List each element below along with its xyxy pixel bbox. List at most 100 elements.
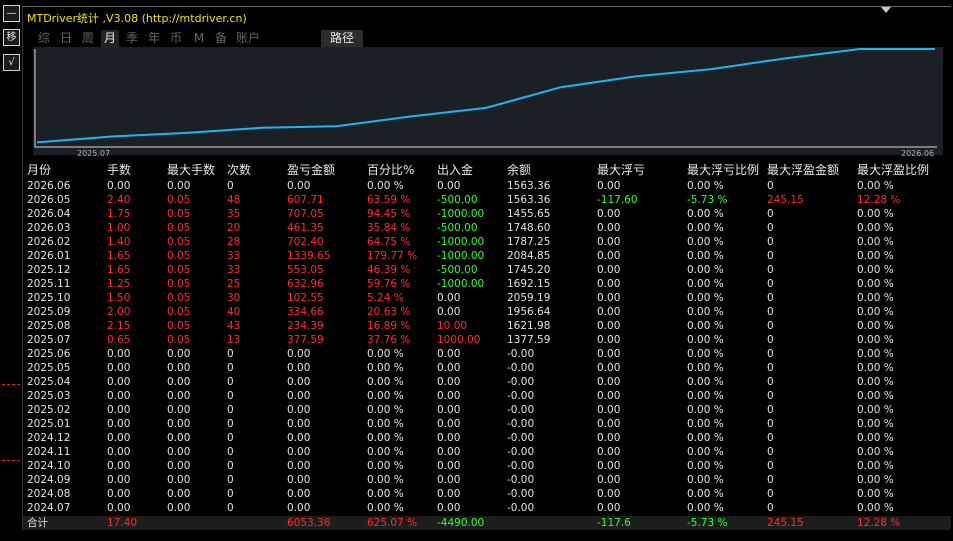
table-row[interactable]: 2025.12 1.65 0.05 33 553.05 46.39 % -500.00 174… — [23, 263, 951, 277]
column-header[interactable]: 最大浮盈比例 — [857, 163, 929, 178]
table-cell: 0 — [767, 292, 774, 304]
column-header[interactable]: 手数 — [107, 163, 131, 178]
table-row[interactable]: 2026.01 1.65 0.05 33 1339.65 179.77 % -1000.00… — [23, 249, 951, 263]
column-header[interactable]: 百分比% — [367, 163, 414, 178]
tab-10[interactable]: 路径 — [321, 30, 363, 47]
table-row[interactable]: 2025.07 0.65 0.05 13 377.59 37.76 % 1000.00 137… — [23, 333, 951, 347]
table-cell: 0.00 — [437, 348, 461, 360]
title-bar[interactable]: MTDriver统计 ,V3.08 (http://mtdriver.cn) — [23, 7, 951, 27]
table-cell: 0.00 — [437, 474, 461, 486]
column-header[interactable]: 月份 — [27, 163, 51, 178]
table-cell: 2026.01 — [27, 250, 71, 262]
dropdown-arrow-icon[interactable] — [881, 7, 891, 13]
table-row[interactable]: 2026.02 1.40 0.05 28 702.40 64.75 % -1000.00 17… — [23, 235, 951, 249]
tab-3[interactable]: 月 — [101, 30, 119, 47]
table-cell: 0.00 % — [687, 278, 724, 290]
table-row[interactable]: 2025.10 1.50 0.05 30 102.55 5.24 % 0.00 2059.19… — [23, 291, 951, 305]
table-cell: 0.00 — [597, 362, 621, 374]
table-row[interactable]: 2026.05 2.40 0.05 48 607.71 63.59 % -500.00 156… — [23, 193, 951, 207]
table-cell: 0.00 % — [367, 460, 404, 472]
table-row[interactable]: 2025.08 2.15 0.05 43 234.39 16.89 % 10.00 1621.… — [23, 319, 951, 333]
table-cell: 2025.02 — [27, 404, 71, 416]
column-header[interactable]: 最大浮亏 — [597, 163, 645, 178]
table-cell: -0.00 — [507, 432, 535, 444]
table-cell: 0 — [227, 404, 234, 416]
table-cell: 0.00 — [597, 180, 621, 192]
table-cell: 2026.06 — [27, 180, 71, 192]
minimize-button[interactable]: — — [3, 5, 20, 22]
table-cell: 0.00 — [167, 502, 191, 514]
balance-series-line — [36, 48, 935, 144]
table-cell: 461.35 — [287, 222, 324, 234]
table-cell: 0.00 — [167, 404, 191, 416]
table-cell: 0.00 % — [857, 236, 894, 248]
table-cell: 0 — [767, 264, 774, 276]
table-row[interactable]: 2024.10 0.00 0.00 0 0.00 0.00 % 0.00 -0.00 0.00 0… — [23, 459, 951, 473]
table-row[interactable]: 2024.12 0.00 0.00 0 0.00 0.00 % 0.00 -0.00 0.00 0… — [23, 431, 951, 445]
tab-2[interactable]: 周 — [79, 30, 97, 47]
tab-4[interactable]: 季 — [123, 30, 141, 47]
tab-1[interactable]: 日 — [57, 30, 75, 47]
check-button[interactable]: √ — [3, 54, 20, 71]
column-header[interactable]: 最大浮盈金额 — [767, 163, 839, 178]
table-cell: 0.00 % — [857, 404, 894, 416]
table-cell: 1339.65 — [287, 250, 331, 262]
table-cell: 0.00 — [597, 264, 621, 276]
table-cell: 2025.11 — [27, 278, 71, 290]
table-cell: 2025.01 — [27, 418, 71, 430]
table-cell: 0 — [767, 390, 774, 402]
table-cell: 2.15 — [107, 320, 131, 332]
table-row[interactable]: 2026.03 1.00 0.05 20 461.35 35.84 % -500.00 174… — [23, 221, 951, 235]
column-header[interactable]: 最大手数 — [167, 163, 215, 178]
table-cell: 0.00 — [107, 432, 131, 444]
table-row[interactable]: 2025.03 0.00 0.00 0 0.00 0.00 % 0.00 -0.00 0.00 0… — [23, 389, 951, 403]
column-header[interactable]: 余额 — [507, 163, 531, 178]
table-cell: 16.89 % — [367, 320, 411, 332]
table-row[interactable]: 2025.01 0.00 0.00 0 0.00 0.00 % 0.00 -0.00 0.00 0… — [23, 417, 951, 431]
table-row[interactable]: 2026.06 0.00 0.00 0 0.00 0.00 % 0.00 1563.36 0.0… — [23, 179, 951, 193]
table-cell: 1956.64 — [507, 306, 551, 318]
table-cell: 0.00 — [437, 376, 461, 388]
table-cell: 0.00 % — [367, 362, 404, 374]
table-cell: 0.00 % — [857, 334, 894, 346]
table-cell: 0.00 % — [687, 474, 724, 486]
tab-0[interactable]: 综 — [35, 30, 53, 47]
table-row[interactable]: 2025.05 0.00 0.00 0 0.00 0.00 % 0.00 -0.00 0.00 0… — [23, 361, 951, 375]
column-header[interactable]: 次数 — [227, 163, 251, 178]
table-cell: 0 — [227, 362, 234, 374]
column-header[interactable]: 最大浮亏比例 — [687, 163, 759, 178]
table-cell: 0 — [767, 502, 774, 514]
table-row[interactable]: 2025.02 0.00 0.00 0 0.00 0.00 % 0.00 -0.00 0.00 0… — [23, 403, 951, 417]
table-row[interactable]: 2026.04 1.75 0.05 35 707.05 94.45 % -1000.00 14… — [23, 207, 951, 221]
table-cell: 0.00 — [167, 474, 191, 486]
table-row[interactable]: 2024.09 0.00 0.00 0 0.00 0.00 % 0.00 -0.00 0.00 0… — [23, 473, 951, 487]
move-button[interactable]: 移 — [3, 29, 20, 46]
table-cell: 0 — [767, 348, 774, 360]
table-cell: 0.00 — [437, 362, 461, 374]
stats-window: MTDriver统计 ,V3.08 (http://mtdriver.cn) 综… — [22, 6, 951, 530]
tab-8[interactable]: 备 — [212, 30, 230, 47]
table-cell: 0.00 % — [857, 502, 894, 514]
tab-6[interactable]: 币 — [167, 30, 185, 47]
table-cell: -500.00 — [437, 222, 478, 234]
tab-5[interactable]: 年 — [145, 30, 163, 47]
table-row[interactable]: 2025.04 0.00 0.00 0 0.00 0.00 % 0.00 -0.00 0.00 0… — [23, 375, 951, 389]
tab-9[interactable]: 账户 — [233, 30, 263, 47]
table-row[interactable]: 2024.07 0.00 0.00 0 0.00 0.00 % 0.00 -0.00 0.00 0… — [23, 501, 951, 515]
table-cell: 0.00 % — [857, 306, 894, 318]
table-row[interactable]: 2024.11 0.00 0.00 0 0.00 0.00 % 0.00 -0.00 0.00 0… — [23, 445, 951, 459]
table-row[interactable]: 2025.11 1.25 0.05 25 632.96 59.76 % -1000.00 16… — [23, 277, 951, 291]
tab-7[interactable]: M — [190, 30, 208, 47]
table-cell: 0.00 % — [857, 222, 894, 234]
column-header[interactable]: 出入金 — [437, 163, 473, 178]
table-row[interactable]: 2025.09 2.00 0.05 40 334.66 20.63 % 0.00 1956.6… — [23, 305, 951, 319]
table-row[interactable]: 2024.08 0.00 0.00 0 0.00 0.00 % 0.00 -0.00 0.00 0… — [23, 487, 951, 501]
table-cell: 1621.98 — [507, 320, 551, 332]
table-cell: 0 — [767, 334, 774, 346]
table-cell: 1745.20 — [507, 264, 551, 276]
table-cell: 5.24 % — [367, 292, 404, 304]
tab-bar: 综日周月季年币 M 备账户 路径 — [23, 29, 951, 48]
table-cell: -0.00 — [507, 474, 535, 486]
table-row[interactable]: 2025.06 0.00 0.00 0 0.00 0.00 % 0.00 -0.00 0.00 0… — [23, 347, 951, 361]
column-header[interactable]: 盈亏金额 — [287, 163, 335, 178]
